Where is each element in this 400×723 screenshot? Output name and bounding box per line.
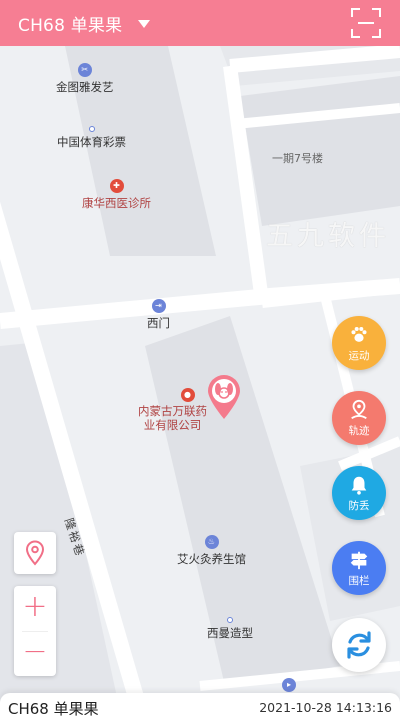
gate-icon: ⇥ [151, 299, 166, 313]
spa-icon: ♨ [204, 535, 219, 549]
device-title: CH68 单果果 [18, 15, 123, 36]
zoom-out-button[interactable]: − [14, 631, 56, 676]
bell-icon [351, 476, 367, 495]
zoom-in-button[interactable]: + [14, 586, 56, 631]
device-info-card[interactable]: CH68 单果果 2021-10-28 14:13:16 [0, 693, 400, 723]
poi-label: 一期7号楼 [272, 152, 323, 165]
sport-label: 运动 [348, 349, 370, 362]
dot-icon [227, 617, 233, 623]
watermark: 五九软件 [266, 221, 390, 252]
poi-label-line1: 内蒙古万联药 [138, 404, 207, 418]
info-timestamp: 2021-10-28 14:13:16 [259, 700, 392, 715]
device-selector[interactable]: CH68 单果果 [18, 0, 151, 46]
poi-clinic[interactable]: ✚ 康华西医诊所 [82, 179, 151, 211]
poi-label: 康华西医诊所 [82, 196, 151, 210]
location-pin-icon [25, 540, 45, 566]
app-header: CH68 单果果 [0, 0, 400, 46]
poi-label: 西门 [147, 316, 170, 330]
chevron-down-icon [138, 20, 151, 28]
poi-partial[interactable]: ▸ [282, 678, 296, 694]
paw-icon [351, 326, 367, 342]
medical-icon: ✚ [109, 179, 124, 193]
track-pin-icon [351, 399, 367, 419]
poi-label: 金图雅发艺 [56, 80, 114, 94]
poi-west-gate[interactable]: ⇥ 西门 [147, 299, 170, 331]
locate-button[interactable] [14, 532, 56, 574]
place-icon: ▸ [282, 678, 296, 692]
anti-loss-label: 防丢 [348, 499, 370, 512]
zoom-control: + − [14, 586, 56, 676]
dot-icon [88, 126, 95, 132]
track-button[interactable]: 轨迹 [332, 391, 386, 445]
poi-label-line2: 业有限公司 [143, 418, 202, 432]
poi-building[interactable]: 一期7号楼 [272, 150, 323, 166]
scissors-icon: ✂ [77, 63, 92, 77]
sport-button[interactable]: 运动 [332, 316, 386, 370]
refresh-button[interactable] [332, 618, 386, 672]
fence-label: 围栏 [348, 574, 370, 587]
pill-icon: ● [180, 388, 195, 402]
poi-label: 艾火灸养生馆 [177, 552, 246, 566]
poi-lottery[interactable]: 中国体育彩票 [57, 126, 126, 150]
poi-salon[interactable]: ✂ 金图雅发艺 [56, 63, 114, 95]
poi-pharmacy[interactable]: ● 内蒙古万联药 业有限公司 [138, 388, 207, 432]
poi-hair-studio[interactable]: 西曼造型 [207, 617, 253, 641]
device-location-marker[interactable] [206, 374, 242, 420]
info-device-name: CH68 单果果 [8, 700, 99, 718]
scan-icon[interactable] [350, 7, 382, 39]
map-view[interactable]: 五九软件 ✂ 金图雅发艺 中国体育彩票 ✚ 康华西医诊所 一期7号楼 ⇥ 西门 … [0, 46, 400, 711]
track-label: 轨迹 [348, 424, 370, 437]
anti-loss-button[interactable]: 防丢 [332, 466, 386, 520]
signpost-icon [350, 551, 368, 569]
poi-label: 西曼造型 [207, 626, 253, 640]
poi-label: 中国体育彩票 [57, 135, 126, 149]
fence-button[interactable]: 围栏 [332, 541, 386, 595]
refresh-icon [347, 631, 371, 659]
poi-moxibustion[interactable]: ♨ 艾火灸养生馆 [177, 535, 246, 567]
